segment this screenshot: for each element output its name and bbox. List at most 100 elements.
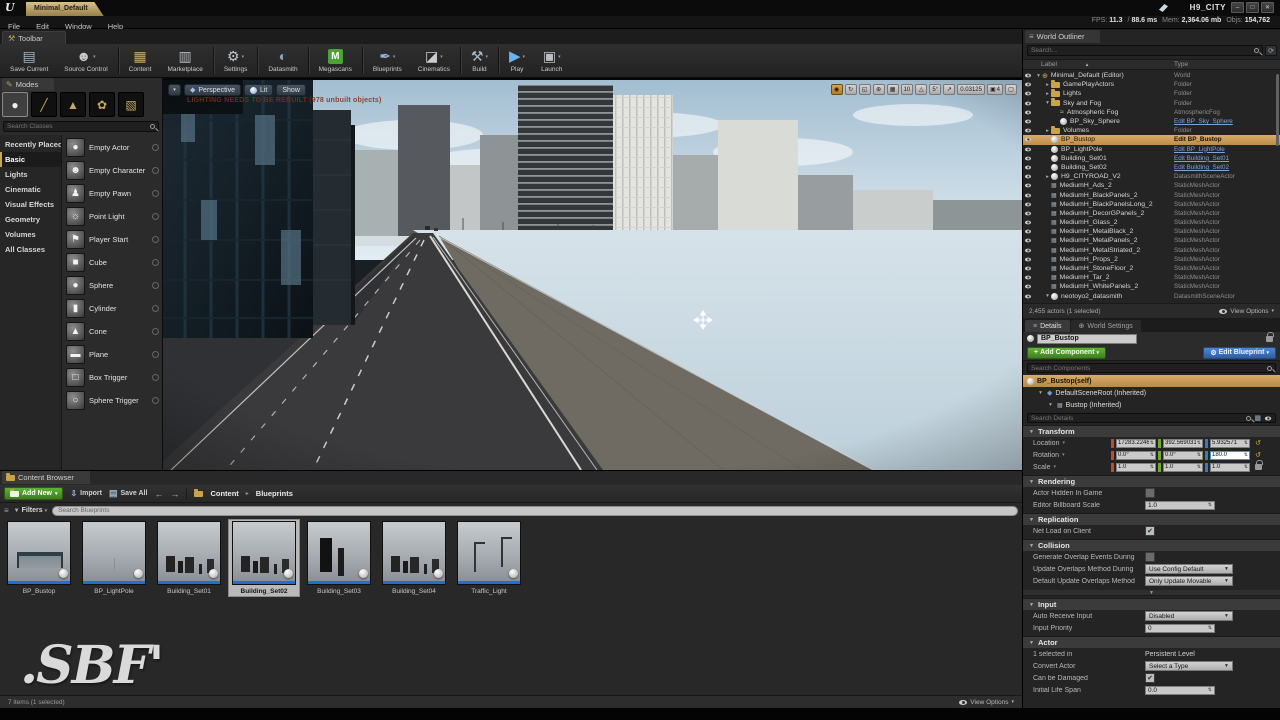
rotation-z-field[interactable]: 180.0 ⇅ [1210, 450, 1250, 460]
search-components-input[interactable]: Search Components [1027, 363, 1276, 373]
outliner-row-bp-lightpole[interactable]: BP_LightPole Edit BP_LightPole [1023, 145, 1280, 154]
category-volumes[interactable]: Volumes [0, 227, 61, 242]
tab-world-settings[interactable]: ⊕ World Settings [1070, 320, 1141, 332]
outliner-row-bp-bustop[interactable]: BP_Bustop Edit BP_Bustop [1023, 135, 1280, 145]
asset-building-set04[interactable]: Building_Set04 [379, 520, 449, 596]
breadcrumb-content[interactable]: Content [210, 489, 238, 498]
dropdown-caret-icon[interactable]: ▾ [393, 54, 396, 60]
drag-handle-icon[interactable] [152, 144, 159, 151]
drag-handle-icon[interactable] [152, 351, 159, 358]
minimize-button[interactable]: – [1231, 2, 1244, 13]
label-column-header[interactable]: Label [1041, 61, 1057, 68]
outliner-row-bp-sky-sphere[interactable]: BP_Sky_Sphere Edit BP_Sky_Sphere [1023, 117, 1280, 126]
scale-label[interactable]: Scale ▾ [1033, 464, 1109, 471]
placeable-player-start[interactable]: ⚑ Player Start [64, 228, 161, 251]
expander-icon[interactable]: ▸ [1044, 128, 1051, 134]
dropdown-caret-icon[interactable]: ▾ [558, 54, 561, 60]
asset-thumbnail[interactable] [457, 521, 521, 585]
restore-button[interactable]: □ [1246, 2, 1259, 13]
visibility-eye-icon[interactable] [1025, 275, 1031, 280]
grid-view-icon[interactable]: ▦ [1254, 414, 1261, 422]
expander-icon[interactable]: ▸ [1044, 91, 1051, 97]
visibility-eye-icon[interactable] [1025, 101, 1031, 106]
outliner-row-mediumh-decorgpanels-2[interactable]: ▦ MediumH_DecorGPanels_2 StaticMeshActor [1023, 209, 1280, 218]
rotate-tool-button[interactable]: ↻ [844, 84, 857, 95]
category-lights[interactable]: Lights [0, 167, 61, 182]
camera-speed-button[interactable]: ▣ 4 [986, 84, 1003, 95]
category-visual-effects[interactable]: Visual Effects [0, 197, 61, 212]
outliner-row-mediumh-blackpanelslong-2[interactable]: ▦ MediumH_BlackPanelsLong_2 StaticMeshActo… [1023, 200, 1280, 209]
placeable-sphere-trigger[interactable]: ○ Sphere Trigger [64, 389, 161, 412]
eye-icon[interactable] [1264, 416, 1272, 420]
spinner-icon[interactable]: ⇅ [1244, 464, 1248, 470]
expander-icon[interactable]: ▸ [1044, 174, 1051, 180]
world-outliner-tab[interactable]: ≡ World Outliner [1025, 30, 1101, 43]
spinner-icon[interactable]: ⇅ [1197, 452, 1201, 458]
outliner-row-mediumh-blackpanels-2[interactable]: ▦ MediumH_BlackPanels_2 StaticMeshActor [1023, 190, 1280, 199]
spinner-icon[interactable]: ⇅ [1244, 440, 1248, 446]
outliner-settings-button[interactable]: ⟳ [1265, 45, 1277, 56]
visibility-eye-icon[interactable] [1025, 156, 1031, 161]
visibility-eye-icon[interactable] [1025, 266, 1031, 271]
geometry-mode-button[interactable]: ▧ [118, 92, 144, 117]
visibility-eye-icon[interactable] [1025, 128, 1031, 133]
toolbar-source-control[interactable]: ☻ ▾ Source Control [56, 47, 115, 74]
toolbar-save-current[interactable]: ▤ Save Current [2, 47, 56, 74]
viewport-options-button[interactable]: ▾ [168, 84, 181, 96]
expander-icon[interactable]: ▾ [1047, 402, 1054, 408]
category-recently-placed[interactable]: Recently Placed [0, 137, 61, 152]
reset-rotation-icon[interactable]: ↺ [1255, 451, 1261, 459]
world-space-toggle-button[interactable]: ⊕ [872, 84, 885, 95]
update-overlaps-dropdown[interactable]: Use Config Default ▼ [1145, 564, 1233, 574]
asset-thumbnail[interactable] [232, 521, 296, 585]
outliner-row-volumes[interactable]: ▸ Volumes Folder [1023, 125, 1280, 135]
scale-y-field[interactable]: 1.0 ⇅ [1163, 462, 1203, 472]
placeable-box-trigger[interactable]: □ Box Trigger [64, 366, 161, 389]
asset-thumbnail[interactable] [382, 521, 446, 585]
drag-handle-icon[interactable] [152, 374, 159, 381]
outliner-row-minimal-default-editor-[interactable]: ▾ ⊕ Minimal_Default (Editor) World [1023, 71, 1280, 80]
outliner-row-building-set01[interactable]: Building_Set01 Edit Building_Set01 [1023, 154, 1280, 163]
actor-name-field[interactable]: BP_Bustop [1037, 333, 1137, 344]
drag-handle-icon[interactable] [152, 259, 159, 266]
category-geometry[interactable]: Geometry [0, 212, 61, 227]
section-transform[interactable]: ▾ Transform [1023, 425, 1280, 437]
forward-button[interactable]: → [170, 489, 179, 499]
rotation-x-field[interactable]: 0.0° ⇅ [1116, 450, 1156, 460]
default-update-overlaps-dropdown[interactable]: Only Update Movable ▼ [1145, 576, 1233, 586]
component-root[interactable]: BP_Bustop(self) [1023, 375, 1280, 387]
expander-icon[interactable]: ▾ [1037, 390, 1044, 396]
asset-bp-lightpole[interactable]: BP_LightPole [79, 520, 149, 596]
outliner-row-atmospheric-fog[interactable]: ≈ Atmospheric Fog AtmosphericFog [1023, 108, 1280, 117]
filters-button[interactable]: ▼ Filters ▾ [14, 507, 47, 514]
placeable-cone[interactable]: ▲ Cone [64, 320, 161, 343]
search-assets-input[interactable]: Search Blueprints [52, 505, 1018, 516]
outliner-row-neotoyo2-datasmith[interactable]: ▾ neotoyo2_datasmith DatasmithSceneActor [1023, 292, 1280, 301]
toolbar-megascans[interactable]: M Megascans [311, 47, 360, 74]
outliner-row-mediumh-metalblack-2[interactable]: ▦ MediumH_MetalBlack_2 StaticMeshActor [1023, 227, 1280, 236]
grid-snap-size-button[interactable]: 10 [900, 84, 914, 95]
placeable-point-light[interactable]: ☼ Point Light [64, 205, 161, 228]
asset-thumbnail[interactable] [82, 521, 146, 585]
placeable-cube[interactable]: ■ Cube [64, 251, 161, 274]
placeable-plane[interactable]: ▬ Plane [64, 343, 161, 366]
expander-icon[interactable]: ▾ [1044, 100, 1051, 106]
outliner-row-mediumh-ads-2[interactable]: ▦ MediumH_Ads_2 StaticMeshActor [1023, 181, 1280, 190]
breadcrumb-blueprints[interactable]: Blueprints [256, 489, 293, 498]
outliner-row-mediumh-metalstriated-2[interactable]: ▦ MediumH_MetalStriated_2 StaticMeshActor [1023, 246, 1280, 255]
asset-building-set03[interactable]: Building_Set03 [304, 520, 374, 596]
visibility-eye-icon[interactable] [1025, 257, 1031, 262]
location-label[interactable]: Location ▾ [1033, 440, 1109, 447]
billboard-scale-field[interactable]: 1.0 ⇅ [1145, 500, 1215, 510]
category-cinematic[interactable]: Cinematic [0, 182, 61, 197]
outliner-row-h9-cityroad-v2[interactable]: ▸ H9_CITYROAD_V2 DatasmithSceneActor [1023, 172, 1280, 181]
component-scene-root[interactable]: ▾ ◆ DefaultSceneRoot (Inherited) [1023, 387, 1280, 399]
visibility-eye-icon[interactable] [1025, 138, 1031, 142]
placeable-empty-character[interactable]: ☻ Empty Character [64, 159, 161, 182]
outliner-row-mediumh-whitepanels-2[interactable]: ▦ MediumH_WhitePanels_2 StaticMeshActor [1023, 282, 1280, 291]
outliner-row-mediumh-tar-2[interactable]: ▦ MediumH_Tar_2 StaticMeshActor [1023, 273, 1280, 282]
show-flags-button[interactable]: Show [276, 84, 306, 96]
category-all-classes[interactable]: All Classes [0, 242, 61, 257]
spinner-icon[interactable]: ⇅ [1244, 452, 1248, 458]
visibility-eye-icon[interactable] [1025, 92, 1031, 96]
